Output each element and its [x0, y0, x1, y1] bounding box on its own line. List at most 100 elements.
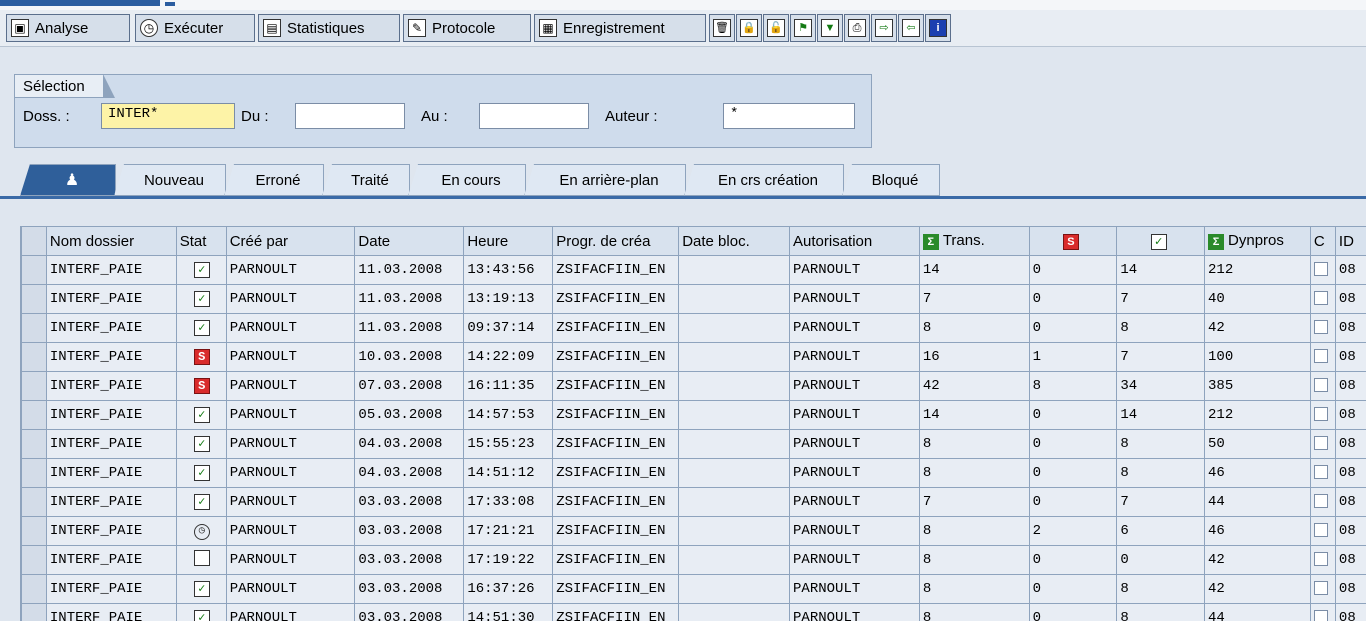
unlock-button[interactable]: 🔓: [763, 14, 789, 42]
cell-errors: 0: [1028, 487, 1118, 517]
record-button[interactable]: ▦ Enregistrement: [534, 14, 706, 42]
row-selector[interactable]: [21, 487, 47, 517]
row-selector[interactable]: [21, 516, 47, 546]
table-row[interactable]: INTERF_PAIE S PARNOULT 07.03.2008 16:11:35 ZS…: [21, 371, 1366, 401]
au-field[interactable]: [479, 103, 589, 129]
info-button[interactable]: i: [925, 14, 951, 42]
table-row[interactable]: INTERF_PAIE ✓ PARNOULT 05.03.2008 14:57:53 ZS…: [21, 400, 1366, 430]
cell-cree-par: PARNOULT: [225, 371, 356, 401]
lock-button[interactable]: 🔒: [736, 14, 762, 42]
person-icon: ♟: [64, 172, 80, 189]
table-row[interactable]: INTERF_PAIE S PARNOULT 10.03.2008 14:22:09 ZS…: [21, 342, 1366, 372]
row-selector[interactable]: [21, 458, 47, 488]
col-heure[interactable]: Heure: [463, 226, 554, 256]
flag-button[interactable]: ⚑: [790, 14, 816, 42]
doss-field[interactable]: INTER*: [101, 103, 235, 129]
col-progr[interactable]: Progr. de créa: [552, 226, 680, 256]
select-all-cell[interactable]: [21, 226, 47, 256]
row-selector[interactable]: [21, 255, 47, 285]
analyse-button[interactable]: ▣ Analyse: [6, 14, 130, 42]
tab-nouveau[interactable]: Nouveau: [114, 164, 226, 196]
filter-button[interactable]: ▼: [817, 14, 843, 42]
row-checkbox[interactable]: [1313, 436, 1328, 451]
table-row[interactable]: INTERF_PAIE ◷ PARNOULT 03.03.2008 17:21:21 ZS…: [21, 516, 1366, 546]
row-selector[interactable]: [21, 400, 47, 430]
tab-en-cours[interactable]: En cours: [408, 164, 526, 196]
col-errors[interactable]: S: [1028, 226, 1118, 256]
cell-autorisation: PARNOULT: [789, 545, 920, 575]
table-row[interactable]: INTERF_PAIE PARNOULT 03.03.2008 17:19:22 ZSI…: [21, 545, 1366, 575]
row-checkbox[interactable]: [1313, 610, 1328, 621]
protocol-button[interactable]: ✎ Protocole: [403, 14, 531, 42]
cell-cree-par: PARNOULT: [225, 342, 356, 372]
tab-errone[interactable]: Erroné: [224, 164, 324, 196]
cell-errors: 8: [1028, 371, 1118, 401]
row-checkbox[interactable]: [1313, 552, 1328, 567]
cell-progr: ZSIFACFIIN_EN: [552, 313, 680, 343]
col-date-bloc[interactable]: Date bloc.: [678, 226, 791, 256]
row-checkbox[interactable]: [1313, 407, 1328, 422]
row-selector[interactable]: [21, 545, 47, 575]
table-row[interactable]: INTERF_PAIE ✓ PARNOULT 04.03.2008 14:51:12 ZS…: [21, 458, 1366, 488]
tab-all[interactable]: ♟: [20, 164, 116, 196]
table-row[interactable]: INTERF_PAIE ✓ PARNOULT 11.03.2008 13:43:56 ZS…: [21, 255, 1366, 285]
col-dynpros[interactable]: Σ Dynpros: [1204, 226, 1311, 256]
cell-errors: 0: [1028, 603, 1118, 621]
cell-date: 03.03.2008: [354, 545, 465, 575]
cell-stat: ✓: [175, 487, 227, 517]
row-selector[interactable]: [21, 603, 47, 621]
cell-nom-dossier: INTERF_PAIE: [45, 371, 177, 401]
flag-icon: ⚑: [794, 19, 812, 37]
cell-date-bloc: [678, 603, 791, 621]
row-checkbox[interactable]: [1313, 494, 1328, 509]
tab-en-crs-creation[interactable]: En crs création: [684, 164, 844, 196]
col-ok[interactable]: ✓: [1116, 226, 1206, 256]
export-button[interactable]: ⇨: [871, 14, 897, 42]
cell-cree-par: PARNOULT: [225, 574, 356, 604]
tab-traite[interactable]: Traité: [322, 164, 410, 196]
table-row[interactable]: INTERF_PAIE ✓ PARNOULT 04.03.2008 15:55:23 ZS…: [21, 429, 1366, 459]
import-button[interactable]: ⇦: [898, 14, 924, 42]
tab-bloque[interactable]: Bloqué: [842, 164, 940, 196]
row-selector[interactable]: [21, 574, 47, 604]
check-icon: ✓: [193, 610, 210, 621]
row-checkbox[interactable]: [1313, 378, 1328, 393]
cell-heure: 14:22:09: [463, 342, 554, 372]
col-autorisation[interactable]: Autorisation: [789, 226, 920, 256]
col-c[interactable]: C: [1309, 226, 1336, 256]
du-field[interactable]: [295, 103, 405, 129]
row-selector[interactable]: [21, 342, 47, 372]
row-checkbox[interactable]: [1313, 465, 1328, 480]
delete-button[interactable]: 🗑: [709, 14, 735, 42]
statistics-button[interactable]: ▤ Statistiques: [258, 14, 400, 42]
col-nom-dossier[interactable]: Nom dossier: [45, 226, 177, 256]
row-checkbox[interactable]: [1313, 320, 1328, 335]
col-stat[interactable]: Stat: [175, 226, 227, 256]
row-checkbox[interactable]: [1313, 523, 1328, 538]
col-id[interactable]: ID: [1334, 226, 1366, 256]
row-selector[interactable]: [21, 371, 47, 401]
col-cree-par[interactable]: Créé par: [225, 226, 356, 256]
table-row[interactable]: INTERF_PAIE ✓ PARNOULT 03.03.2008 14:51:30 ZS…: [21, 603, 1366, 621]
row-checkbox[interactable]: [1313, 581, 1328, 596]
table-row[interactable]: INTERF_PAIE ✓ PARNOULT 03.03.2008 16:37:26 ZS…: [21, 574, 1366, 604]
execute-button[interactable]: ◷ Exécuter: [135, 14, 255, 42]
clock-icon: ◷: [193, 524, 210, 540]
print-button[interactable]: ⎙: [844, 14, 870, 42]
row-selector[interactable]: [21, 429, 47, 459]
cell-stat: ✓: [175, 400, 227, 430]
table-row[interactable]: INTERF_PAIE ✓ PARNOULT 11.03.2008 09:37:14 ZS…: [21, 313, 1366, 343]
col-date[interactable]: Date: [354, 226, 465, 256]
row-checkbox[interactable]: [1313, 291, 1328, 306]
row-selector[interactable]: [21, 284, 47, 314]
table-row[interactable]: INTERF_PAIE ✓ PARNOULT 03.03.2008 17:33:08 ZS…: [21, 487, 1366, 517]
row-checkbox[interactable]: [1313, 262, 1328, 277]
cell-stat: ◷: [175, 516, 227, 546]
row-selector[interactable]: [21, 313, 47, 343]
col-trans[interactable]: Σ Trans.: [918, 226, 1030, 256]
row-checkbox[interactable]: [1313, 349, 1328, 364]
table-row[interactable]: INTERF_PAIE ✓ PARNOULT 11.03.2008 13:19:13 ZS…: [21, 284, 1366, 314]
tab-en-arriere-plan[interactable]: En arrière-plan: [524, 164, 686, 196]
error-icon: S: [193, 349, 210, 365]
auteur-field[interactable]: *: [723, 103, 855, 129]
